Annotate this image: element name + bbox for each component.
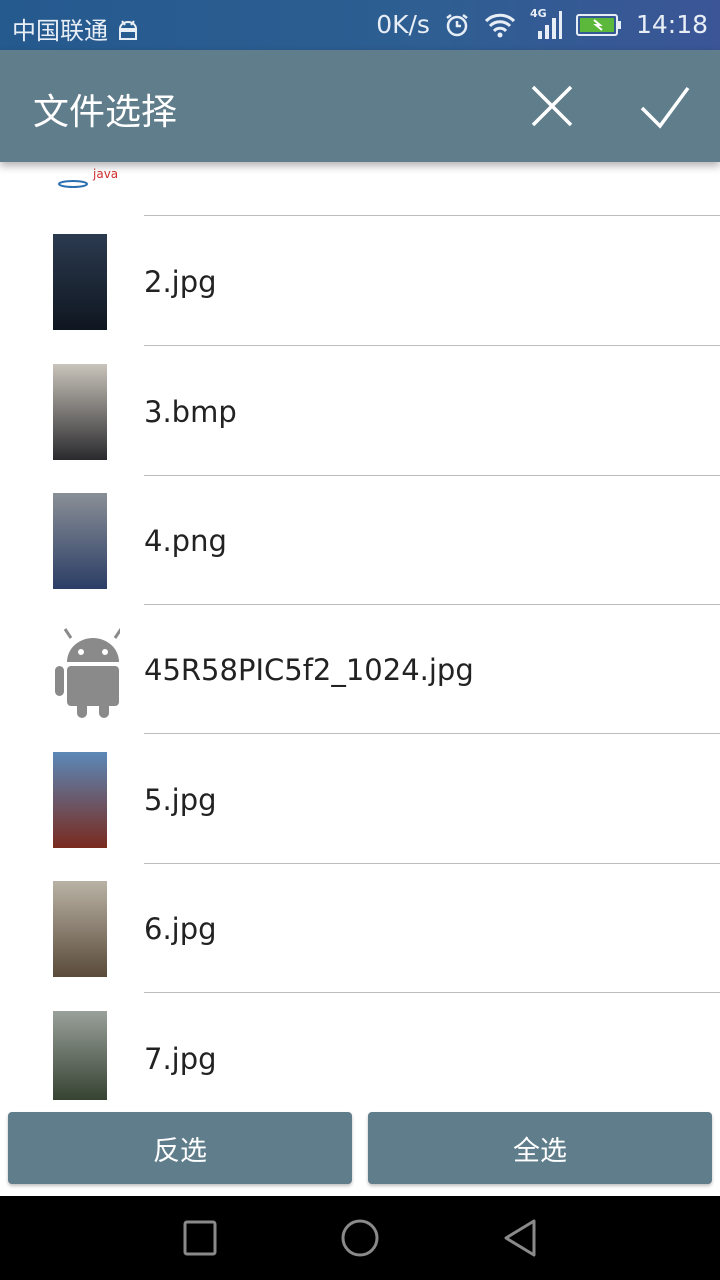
list-item[interactable]: 4.png [0,476,720,605]
list-item[interactable]: 6.jpg [0,864,720,993]
file-name: 7.jpg [144,1041,217,1076]
close-icon [531,85,573,127]
app-bar: 文件选择 [0,50,720,162]
divider [144,215,720,216]
divider [144,345,720,346]
image-thumbnail [53,1010,107,1100]
invert-selection-button[interactable]: 反选 [8,1112,352,1184]
file-name: 3.bmp [144,394,237,429]
image-thumbnail [53,751,107,848]
file-list[interactable]: java 2.jpg 3.bmp 4.png 45R58PIC5f2_1024.jpg… [0,0,720,1100]
list-item[interactable]: 7.jpg [0,994,720,1100]
file-name: 6.jpg [144,911,217,946]
list-item[interactable]: 2.jpg [0,217,720,346]
navigation-bar [0,1196,720,1280]
cancel-button[interactable] [528,82,576,130]
list-item[interactable]: 5.jpg [0,735,720,864]
image-thumbnail [53,880,107,977]
file-name: 2.jpg [144,264,217,299]
divider [144,992,720,993]
file-name: 45R58PIC5f2_1024.jpg [144,652,474,687]
page-title: 文件选择 [33,92,178,133]
back-icon[interactable] [502,1218,538,1258]
home-icon[interactable] [340,1218,380,1258]
file-name: 5.jpg [144,782,217,817]
svg-text:java: java [92,167,118,181]
image-thumbnail [53,492,107,589]
confirm-button[interactable] [640,82,690,130]
file-name: 4.png [144,523,227,558]
divider [144,733,720,734]
recent-apps-icon[interactable] [183,1220,217,1256]
image-thumbnail [53,363,107,460]
list-item[interactable]: 3.bmp [0,347,720,476]
image-thumbnail [53,233,107,330]
list-item[interactable]: 45R58PIC5f2_1024.jpg [0,605,720,734]
select-all-button[interactable]: 全选 [368,1112,712,1184]
check-icon [640,86,690,129]
android-icon [55,627,120,718]
